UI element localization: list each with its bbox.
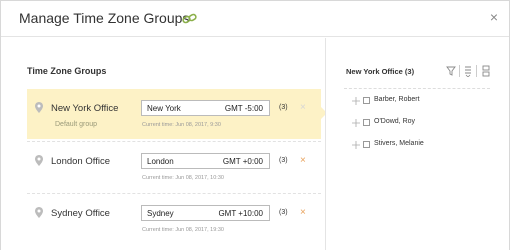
member-name: O'Dowd, Roy (374, 118, 416, 125)
timezone-offset: GMT +10:00 (218, 209, 263, 218)
drag-handle-icon[interactable] (352, 141, 360, 149)
timezone-select[interactable]: London GMT +0:00 (141, 153, 270, 169)
dialog-header: Manage Time Zone Groups × (1, 1, 509, 37)
link-icon[interactable] (182, 13, 198, 25)
member-count: (3) (279, 209, 288, 216)
timezone-offset: GMT +0:00 (222, 157, 263, 166)
member-checkbox[interactable] (363, 97, 370, 104)
location-pin-icon (35, 207, 43, 218)
default-group-label: Default group (55, 121, 98, 128)
remove-group-button[interactable]: × (300, 102, 306, 113)
group-list-icon[interactable] (481, 65, 491, 77)
member-name: Barber, Robert (374, 96, 420, 103)
members-panel: New York Office (3) Barber, Robert O'Dow… (325, 38, 509, 250)
timezone-city: Sydney (147, 209, 174, 218)
close-button[interactable]: × (487, 9, 501, 25)
timezone-select[interactable]: New York GMT -5:00 (141, 100, 270, 116)
member-count: (3) (279, 104, 288, 111)
group-name: Sydney Office (51, 208, 110, 219)
member-row[interactable]: Stivers, Melanie (352, 140, 502, 152)
member-row[interactable]: O'Dowd, Roy (352, 118, 502, 130)
group-name: London Office (51, 156, 110, 167)
manage-time-zone-groups-dialog: Manage Time Zone Groups × Time Zone Grou… (0, 0, 510, 250)
members-divider (344, 88, 490, 89)
group-name: New York Office (51, 103, 119, 114)
member-row[interactable]: Barber, Robert (352, 96, 502, 108)
toolbar-divider (476, 65, 477, 77)
timezone-city: London (147, 157, 174, 166)
location-pin-icon (35, 102, 43, 113)
current-time: Current time: Jun 08, 2017, 10:30 (142, 175, 224, 181)
timezone-select[interactable]: Sydney GMT +10:00 (141, 205, 270, 221)
current-time: Current time: Jun 08, 2017, 9:30 (142, 122, 221, 128)
timezone-city: New York (147, 104, 181, 113)
filter-icon[interactable] (446, 65, 456, 77)
member-count: (3) (279, 157, 288, 164)
group-row-new-york[interactable]: New York Office Default group New York G… (27, 89, 327, 139)
drag-handle-icon[interactable] (352, 119, 360, 127)
dialog-title: Manage Time Zone Groups (19, 10, 190, 26)
group-row-london[interactable]: London Office London GMT +0:00 Current t… (27, 141, 321, 191)
remove-group-button[interactable]: × (300, 207, 306, 218)
members-panel-title: New York Office (3) (346, 67, 415, 76)
groups-panel: Time Zone Groups New York Office Default… (1, 38, 327, 250)
timezone-offset: GMT -5:00 (224, 104, 263, 113)
remove-group-button[interactable]: × (300, 155, 306, 166)
location-pin-icon (35, 155, 43, 166)
current-time: Current time: Jun 08, 2017, 19:30 (142, 227, 224, 233)
drag-handle-icon[interactable] (352, 97, 360, 105)
toolbar-divider (459, 65, 460, 77)
member-checkbox[interactable] (363, 119, 370, 126)
member-name: Stivers, Melanie (374, 140, 424, 147)
group-row-sydney[interactable]: Sydney Office Sydney GMT +10:00 Current … (27, 193, 321, 243)
sort-list-icon[interactable] (463, 65, 473, 77)
groups-panel-title: Time Zone Groups (27, 66, 107, 76)
member-checkbox[interactable] (363, 141, 370, 148)
